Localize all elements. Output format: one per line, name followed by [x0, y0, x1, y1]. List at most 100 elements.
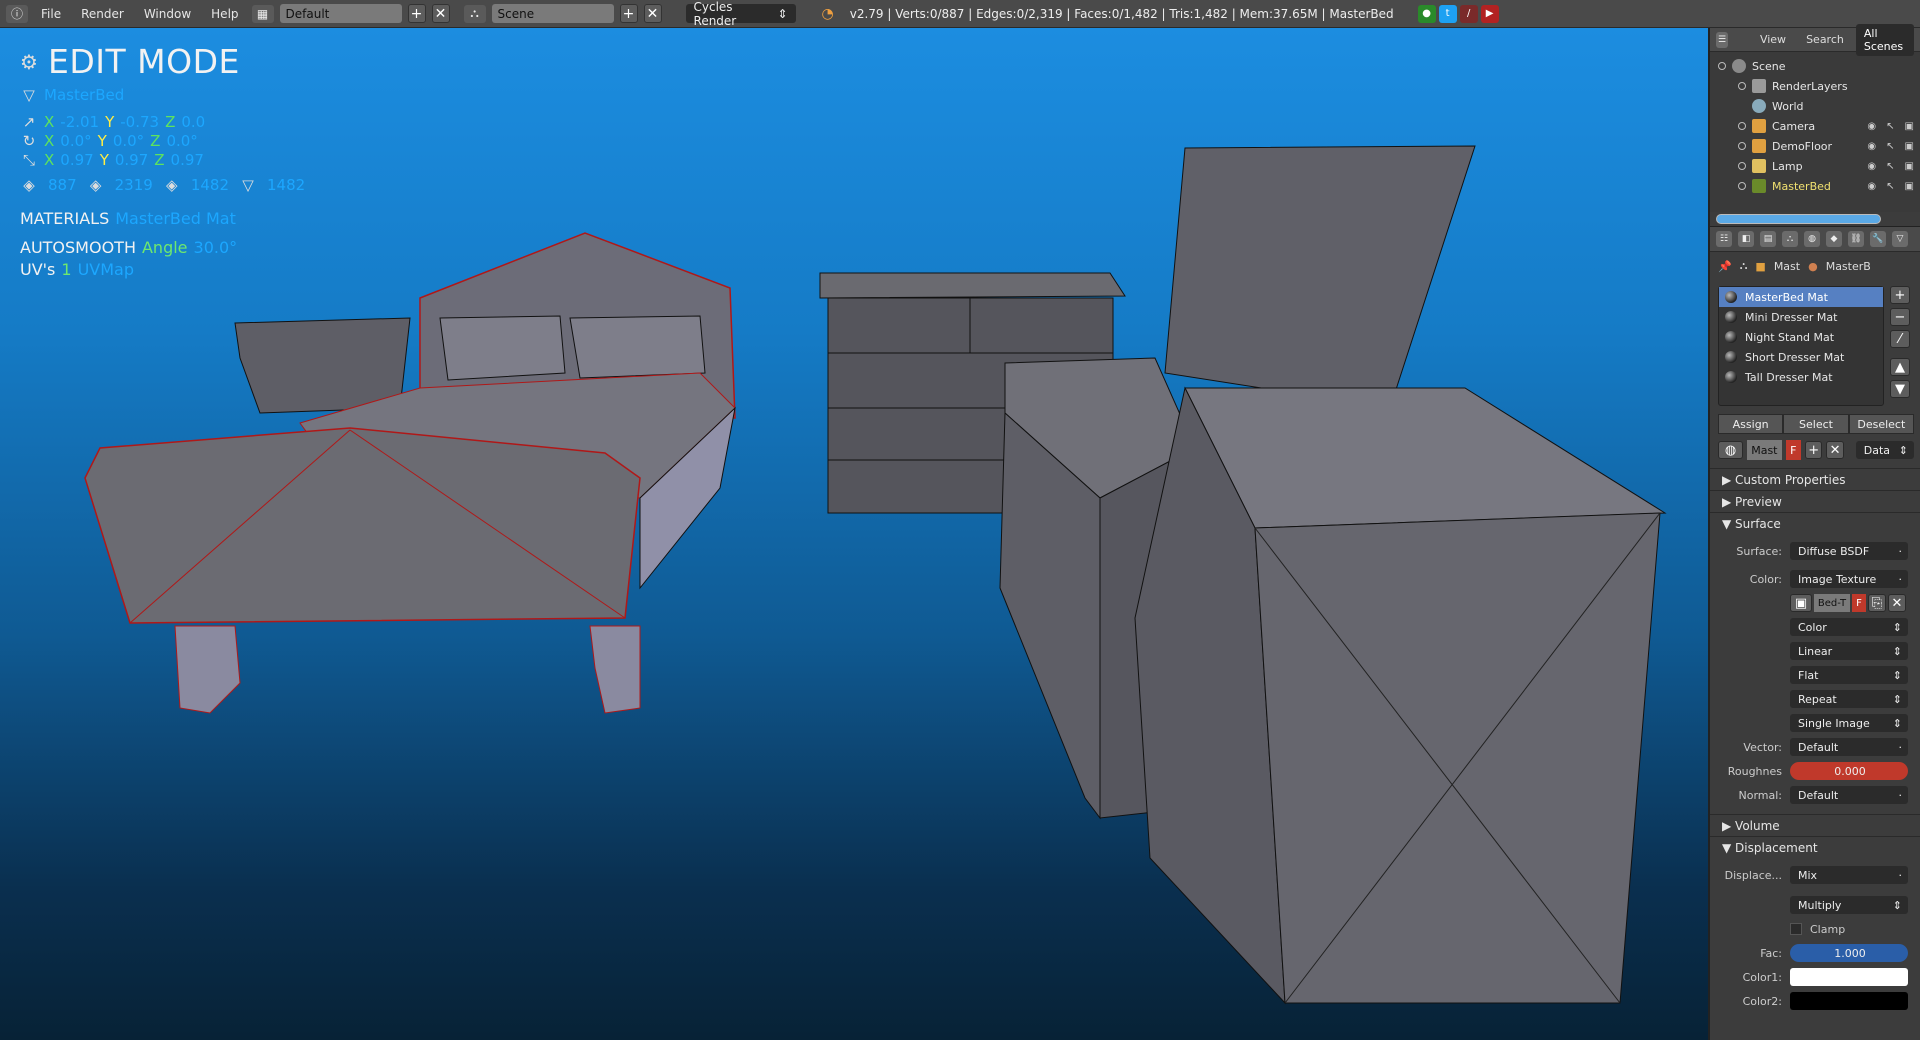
expand-toggle-icon[interactable] — [1738, 122, 1746, 130]
image-name-field[interactable]: Bed-T — [1814, 594, 1850, 612]
image-fake-user-button[interactable]: F — [1852, 594, 1866, 612]
material-slot[interactable]: Tall Dresser Mat — [1719, 367, 1883, 387]
constraints-tab-icon[interactable]: ⛓ — [1848, 231, 1864, 247]
select-button[interactable]: Select — [1783, 414, 1849, 434]
expand-toggle-icon[interactable] — [1738, 162, 1746, 170]
interpolation-select[interactable]: Linear ⇕ — [1790, 642, 1908, 660]
render-icon[interactable]: ▣ — [1905, 121, 1914, 132]
image-open-button[interactable]: ⎘ — [1868, 594, 1886, 612]
render-engine-select[interactable]: Cycles Render ⇕ — [685, 0, 796, 28]
material-slot[interactable]: MasterBed Mat — [1719, 287, 1883, 307]
remove-slot-button[interactable]: − — [1890, 308, 1910, 326]
pin-icon[interactable]: 📌 — [1718, 260, 1732, 273]
scene-icon[interactable]: ⛬ — [463, 4, 486, 23]
screen-layout-icon[interactable]: ▦ — [251, 4, 274, 23]
menu-file[interactable]: File — [34, 7, 68, 21]
move-down-button[interactable]: ▼ — [1890, 380, 1910, 398]
remove-scene-button[interactable]: ✕ — [643, 4, 662, 23]
outliner-editor-icon[interactable]: ☰ — [1716, 31, 1728, 48]
fake-user-button[interactable]: F — [1785, 440, 1802, 460]
fac-slider[interactable]: 1.000 — [1790, 944, 1908, 962]
outliner-scrollbar[interactable] — [1710, 212, 1920, 226]
vector-field[interactable]: Default · — [1790, 738, 1908, 756]
outliner-item-masterbed[interactable]: MasterBed ◉ ↖ ▣ — [1710, 176, 1920, 196]
render-icon[interactable]: ▣ — [1905, 181, 1914, 192]
scene-tab-icon[interactable]: ⛬ — [1782, 231, 1798, 247]
extension-select[interactable]: Repeat ⇕ — [1790, 690, 1908, 708]
eye-icon[interactable]: ◉ — [1867, 161, 1876, 172]
menu-render[interactable]: Render — [74, 7, 131, 21]
eye-icon[interactable]: ◉ — [1867, 121, 1876, 132]
pencil-icon[interactable]: / — [1459, 4, 1478, 23]
outliner-item-camera[interactable]: Camera ◉ ↖ ▣ — [1710, 116, 1920, 136]
outliner-view-menu[interactable]: View — [1752, 30, 1794, 49]
material-browse-icon[interactable]: ◍ — [1718, 441, 1744, 459]
color-input-field[interactable]: Image Texture · — [1790, 570, 1908, 588]
remove-layout-button[interactable]: ✕ — [431, 4, 450, 23]
add-layout-button[interactable]: + — [407, 4, 426, 23]
properties-editor-icon[interactable]: ☷ — [1716, 231, 1732, 247]
outliner-search-menu[interactable]: Search — [1798, 30, 1852, 49]
render-icon[interactable]: ▣ — [1905, 141, 1914, 152]
render-layers-tab-icon[interactable]: ▤ — [1760, 231, 1776, 247]
scrollbar-thumb[interactable] — [1716, 214, 1881, 224]
material-slot[interactable]: Short Dresser Mat — [1719, 347, 1883, 367]
move-up-button[interactable]: ▲ — [1890, 358, 1910, 376]
section-volume[interactable]: ▶ Volume — [1710, 814, 1920, 836]
render-tab-icon[interactable]: ◧ — [1738, 231, 1754, 247]
cursor-icon[interactable]: ↖ — [1886, 181, 1894, 192]
outliner-item-renderlayers[interactable]: RenderLayers — [1710, 76, 1920, 96]
link-select[interactable]: Data ⇕ — [1855, 441, 1914, 459]
displacement-field[interactable]: Mix · — [1790, 866, 1908, 884]
normal-field[interactable]: Default · — [1790, 786, 1908, 804]
modifiers-tab-icon[interactable]: 🔧 — [1870, 231, 1886, 247]
outliner-item-world[interactable]: World — [1710, 96, 1920, 116]
assign-button[interactable]: Assign — [1718, 414, 1784, 434]
object-tab-icon[interactable]: ◆ — [1826, 231, 1842, 247]
source-select[interactable]: Single Image ⇕ — [1790, 714, 1908, 732]
outliner-item-scene[interactable]: Scene — [1710, 56, 1920, 76]
projection-select[interactable]: Flat ⇕ — [1790, 666, 1908, 684]
render-icon[interactable]: ▣ — [1905, 161, 1914, 172]
outliner-display-select[interactable]: All Scenes — [1855, 23, 1914, 56]
eye-icon[interactable]: ◉ — [1867, 141, 1876, 152]
material-name-field[interactable]: Mast — [1747, 440, 1782, 460]
outliner-item-lamp[interactable]: Lamp ◉ ↖ ▣ — [1710, 156, 1920, 176]
expand-toggle-icon[interactable] — [1738, 182, 1746, 190]
green-dot-icon[interactable]: ● — [1417, 4, 1436, 23]
cursor-icon[interactable]: ↖ — [1886, 121, 1894, 132]
expand-toggle-icon[interactable] — [1738, 142, 1746, 150]
roughness-slider[interactable]: 0.000 — [1790, 762, 1908, 780]
eye-icon[interactable]: ◉ — [1867, 181, 1876, 192]
world-tab-icon[interactable]: ◍ — [1804, 231, 1820, 247]
scene-field[interactable]: Scene — [491, 4, 614, 23]
color-space-select[interactable]: Color ⇕ — [1790, 618, 1908, 636]
info-editor-icon[interactable]: ⓘ — [6, 4, 28, 23]
deselect-button[interactable]: Deselect — [1848, 414, 1914, 434]
clamp-checkbox[interactable] — [1790, 923, 1802, 935]
blend-mode-select[interactable]: Multiply ⇕ — [1790, 896, 1908, 914]
slot-specials-button[interactable]: ⁄ — [1890, 330, 1910, 348]
material-list[interactable]: MasterBed Mat Mini Dresser Mat Night Sta… — [1718, 286, 1884, 406]
section-surface[interactable]: ▼ Surface — [1710, 512, 1920, 534]
expand-toggle-icon[interactable] — [1718, 62, 1726, 70]
layout-field[interactable]: Default — [279, 4, 402, 23]
youtube-icon[interactable]: ▶ — [1480, 4, 1499, 23]
image-unlink-button[interactable]: ✕ — [1888, 594, 1906, 612]
cursor-icon[interactable]: ↖ — [1886, 161, 1894, 172]
section-custom-properties[interactable]: ▶ Custom Properties — [1710, 468, 1920, 490]
3d-viewport[interactable]: ⚙ EDIT MODE ▽ MasterBed ↗ X -2.01 Y -0.73 … — [0, 28, 1708, 1040]
add-scene-button[interactable]: + — [619, 4, 638, 23]
outliner-item-demofloor[interactable]: DemoFloor ◉ ↖ ▣ — [1710, 136, 1920, 156]
color2-swatch[interactable] — [1790, 992, 1908, 1010]
surface-shader-field[interactable]: Diffuse BSDF · — [1790, 542, 1908, 560]
section-displacement[interactable]: ▼ Displacement — [1710, 836, 1920, 858]
image-browse-icon[interactable]: ▣ — [1790, 594, 1812, 612]
material-slot[interactable]: Night Stand Mat — [1719, 327, 1883, 347]
add-slot-button[interactable]: + — [1890, 286, 1910, 304]
section-preview[interactable]: ▶ Preview — [1710, 490, 1920, 512]
data-tab-icon[interactable]: ▽ — [1892, 231, 1908, 247]
menu-help[interactable]: Help — [204, 7, 245, 21]
color1-swatch[interactable] — [1790, 968, 1908, 986]
material-slot[interactable]: Mini Dresser Mat — [1719, 307, 1883, 327]
